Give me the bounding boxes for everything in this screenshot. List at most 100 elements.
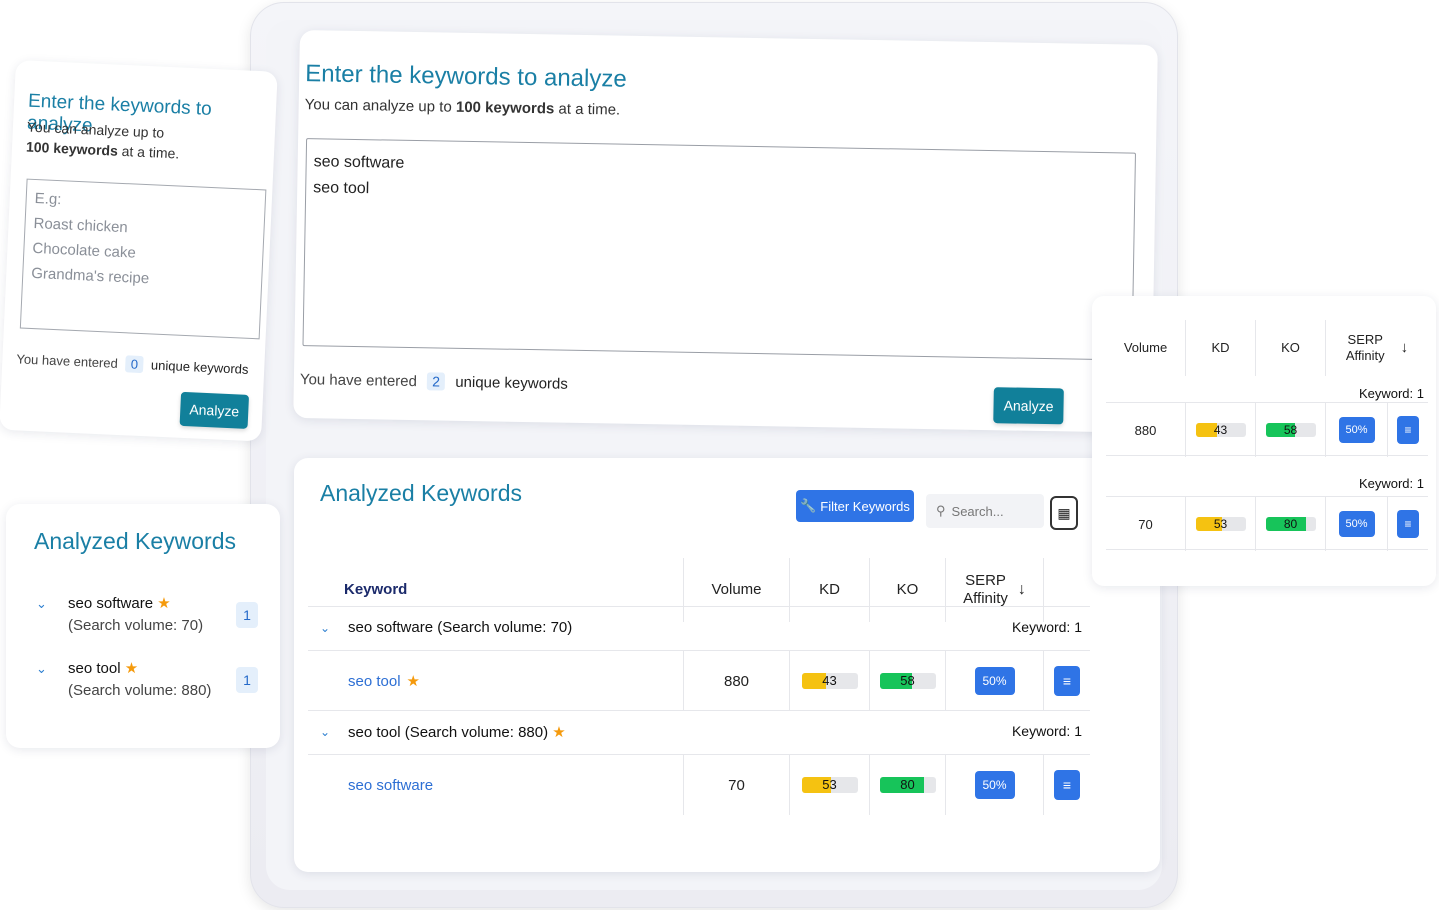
serp-line2: Affinity: [963, 590, 1008, 607]
kd-bar: 53: [801, 777, 858, 793]
serp-affinity-label: SERP Affinity: [963, 572, 1008, 608]
list-icon[interactable]: ≡: [1397, 510, 1419, 538]
document-export-icon[interactable]: ▦: [1050, 496, 1078, 530]
analyze-button[interactable]: Analyze: [993, 387, 1064, 425]
group-row[interactable]: ⌄ seo tool (Search volume: 880) ★ Keywor…: [308, 710, 1090, 754]
group-keyword-count: Keyword: 1: [1011, 619, 1082, 635]
affinity-cell: 50%: [1326, 497, 1388, 551]
star-icon[interactable]: ★: [407, 672, 420, 690]
subtitle-prefix: You can analyze up to: [304, 96, 452, 116]
group-label: seo software (Search volume: 70): [348, 619, 573, 636]
menu-cell: ≡: [1044, 755, 1090, 815]
col-ko[interactable]: KO: [1256, 320, 1326, 376]
table-row: seo tool ★ 880 43 58 50% ≡: [308, 650, 1090, 711]
star-icon: ★: [124, 660, 139, 677]
menu-cell: ≡: [1388, 403, 1428, 457]
kd-cell: 53: [790, 755, 870, 815]
ko-cell: 58: [870, 651, 946, 711]
kd-bar: 43: [1195, 423, 1246, 437]
ko-cell: 58: [1256, 403, 1326, 457]
serp-table-panel: Volume KD KO SERP Affinity ↓ Keyword: 1 8…: [1092, 296, 1436, 586]
subtitle-suffix: at a time.: [121, 142, 180, 162]
keyword-link[interactable]: seo tool: [348, 673, 401, 690]
group-keyword-text: seo tool: [68, 660, 121, 677]
group-label-text: seo tool (Search volume: 880): [348, 724, 549, 741]
keyword-cell: seo tool ★: [308, 651, 684, 711]
group-keyword: seo software ★: [68, 594, 171, 612]
chevron-down-icon[interactable]: ⌄: [36, 661, 47, 677]
search-icon: ⚲: [936, 503, 946, 518]
arrow-down-icon[interactable]: ↓: [1018, 581, 1026, 599]
subtitle-suffix: at a time.: [558, 100, 621, 119]
table-header: Volume KD KO SERP Affinity ↓: [1106, 320, 1428, 376]
keyword-textarea[interactable]: seo software seo tool: [302, 138, 1136, 361]
col-kd[interactable]: KD: [1186, 320, 1256, 376]
chevron-down-icon[interactable]: ⌄: [320, 621, 330, 635]
group-keyword-count: Keyword: 1: [1358, 386, 1424, 401]
list-icon[interactable]: ≡: [1054, 666, 1080, 696]
keyword-link[interactable]: seo software: [348, 777, 433, 794]
ko-bar: 80: [879, 777, 936, 793]
keyword-input-panel: Enter the keywords to analyze You can an…: [293, 30, 1158, 433]
volume-cell: 70: [684, 755, 790, 815]
kd-cell: 53: [1186, 497, 1256, 551]
group-row[interactable]: ⌄ seo software (Search volume: 70) Keywo…: [308, 606, 1090, 650]
subtitle-strong: 100 keywords: [25, 138, 119, 159]
kd-bar: 43: [801, 673, 858, 689]
kd-cell: 43: [1186, 403, 1256, 457]
kd-value: 53: [822, 777, 837, 792]
volume-cell: 880: [1106, 403, 1186, 457]
table-row: 880 43 58 50% ≡: [1106, 402, 1428, 457]
ko-cell: 80: [1256, 497, 1326, 551]
group-volume: (Search volume: 70): [68, 617, 204, 634]
group-keyword-count: Keyword: 1: [1011, 723, 1082, 739]
col-serp-affinity[interactable]: SERP Affinity ↓: [1326, 320, 1428, 376]
affinity-button[interactable]: 50%: [1338, 417, 1375, 443]
chevron-down-icon[interactable]: ⌄: [36, 596, 47, 612]
affinity-button[interactable]: 50%: [974, 771, 1015, 799]
serp-line2: Affinity: [1345, 348, 1385, 363]
group-keyword-count: Keyword: 1: [1358, 476, 1424, 491]
affinity-cell: 50%: [1326, 403, 1388, 457]
affinity-cell: 50%: [946, 651, 1044, 711]
wrench-icon: 🔧: [800, 498, 817, 513]
filter-keywords-button[interactable]: 🔧 Filter Keywords: [796, 490, 914, 522]
kd-bar: 53: [1195, 517, 1246, 531]
table-row: 70 53 80 50% ≡: [1106, 496, 1428, 551]
entered-prefix: You have entered: [16, 351, 119, 371]
group-label: seo tool (Search volume: 880) ★: [348, 723, 566, 741]
filter-keywords-label: Filter Keywords: [820, 498, 910, 514]
affinity-button[interactable]: 50%: [1338, 511, 1375, 537]
kd-cell: 43: [790, 651, 870, 711]
menu-cell: ≡: [1388, 497, 1428, 551]
star-icon: ★: [552, 724, 566, 741]
group-volume: (Search volume: 880): [68, 682, 212, 699]
keyword-textarea[interactable]: E.g: Roast chicken Chocolate cake Grandm…: [19, 178, 267, 340]
input-panel-subtitle: You can analyze up to 100 keywords at a …: [26, 117, 238, 166]
ko-bar: 58: [1265, 423, 1316, 437]
list-icon[interactable]: ≡: [1397, 416, 1419, 444]
ko-bar: 58: [879, 673, 936, 689]
kd-value: 43: [1213, 423, 1228, 437]
input-panel-title: Enter the keywords to analyze: [305, 60, 627, 93]
chevron-down-icon[interactable]: ⌄: [320, 725, 330, 739]
group-count-badge: 1: [236, 602, 258, 628]
group-keyword-text: seo software: [68, 595, 154, 612]
affinity-button[interactable]: 50%: [974, 667, 1015, 695]
analyzed-title: Analyzed Keywords: [320, 480, 522, 506]
star-icon: ★: [157, 595, 171, 612]
ko-value: 80: [1283, 517, 1298, 531]
col-volume[interactable]: Volume: [1106, 320, 1186, 376]
arrow-down-icon[interactable]: ↓: [1401, 340, 1409, 356]
subtitle-strong: 100 keywords: [455, 98, 555, 118]
list-icon[interactable]: ≡: [1054, 770, 1080, 800]
entered-count-badge: 2: [426, 372, 446, 391]
search-input[interactable]: ⚲ Search...: [926, 494, 1044, 528]
serp-affinity-label: SERP Affinity: [1346, 332, 1385, 364]
entered-count-text: You have entered 2 unique keywords: [300, 370, 568, 393]
ko-cell: 80: [870, 755, 946, 815]
entered-count-badge: 0: [125, 355, 144, 374]
entered-count-text: You have entered 0 unique keywords: [16, 350, 249, 378]
keyword-input-panel-mobile: Enter the keywords to analyze You can an…: [0, 60, 278, 442]
analyze-button[interactable]: Analyze: [179, 391, 250, 429]
